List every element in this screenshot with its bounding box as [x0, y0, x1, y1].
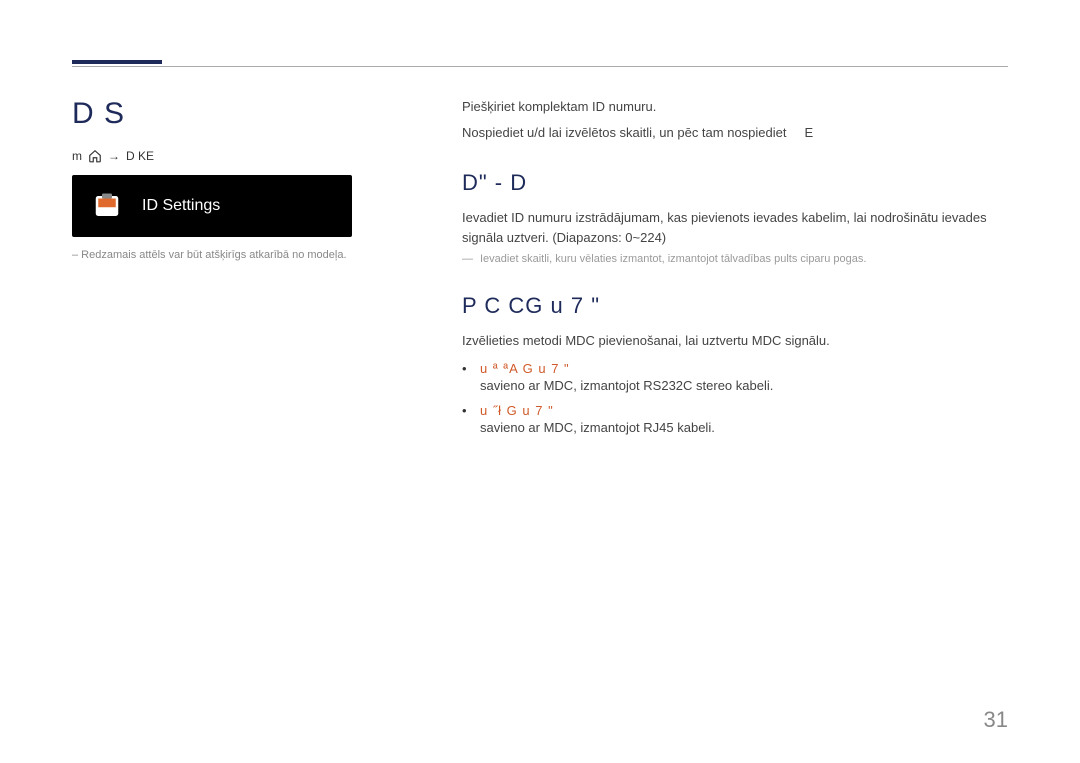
bullet2-label: u ˝ł G u 7 " — [480, 403, 1008, 418]
content-columns: D S m → D KE ID Settings – Redzamais att… — [72, 97, 1008, 435]
intro-line-2: Nospiediet u/d lai izvēlētos skaitli, un… — [462, 123, 1008, 143]
nav-key-a: m — [72, 149, 82, 163]
intro-2b: lai izvēlētos skaitli, un pēc tam nospie… — [549, 125, 787, 140]
id-tag-icon — [92, 191, 122, 221]
accent-bar — [72, 60, 162, 64]
enter-key-label: E — [805, 125, 814, 140]
horizontal-rule — [72, 66, 1008, 67]
sec2-body: Izvēlieties metodi MDC pievienošanai, la… — [462, 331, 1008, 351]
nav-key-b: D KE — [126, 149, 154, 163]
model-footnote: – Redzamais attēls var būt atšķirīgs atk… — [72, 249, 412, 261]
breadcrumb: m → D KE — [72, 149, 412, 163]
subheading-pc-connection: P C CG u 7 " — [462, 293, 1008, 319]
settings-card: ID Settings — [72, 175, 352, 237]
arrow-key-icon: u/d — [527, 125, 545, 140]
nav-arrow: → — [108, 149, 120, 163]
section-title: D S — [72, 97, 412, 131]
sec1-body: Ievadiet ID numuru izstrādājumam, kas pi… — [462, 208, 1008, 247]
bullet1-text: savieno ar MDC, izmantojot RS232C stereo… — [480, 378, 1008, 393]
intro-2a: Nospiediet — [462, 125, 527, 140]
right-column: Piešķiriet komplektam ID numuru. Nospied… — [462, 97, 1008, 435]
bullet-rj45: u ˝ł G u 7 " savieno ar MDC, izmantojot … — [462, 403, 1008, 435]
bullet-rs232c: u ª ªA G u 7 " savieno ar MDC, izmantojo… — [462, 361, 1008, 393]
home-icon — [88, 149, 102, 163]
subheading-device-id: D" - D — [462, 170, 1008, 196]
document-page: D S m → D KE ID Settings – Redzamais att… — [0, 0, 1080, 475]
sec1-note: Ievadiet skaitli, kuru vēlaties izmantot… — [480, 253, 1008, 265]
page-number: 31 — [984, 707, 1008, 733]
intro-line-1: Piešķiriet komplektam ID numuru. — [462, 97, 1008, 117]
bullet1-label: u ª ªA G u 7 " — [480, 361, 1008, 376]
bullet2-text: savieno ar MDC, izmantojot RJ45 kabeli. — [480, 420, 1008, 435]
settings-card-label: ID Settings — [142, 197, 220, 215]
left-column: D S m → D KE ID Settings – Redzamais att… — [72, 97, 412, 435]
